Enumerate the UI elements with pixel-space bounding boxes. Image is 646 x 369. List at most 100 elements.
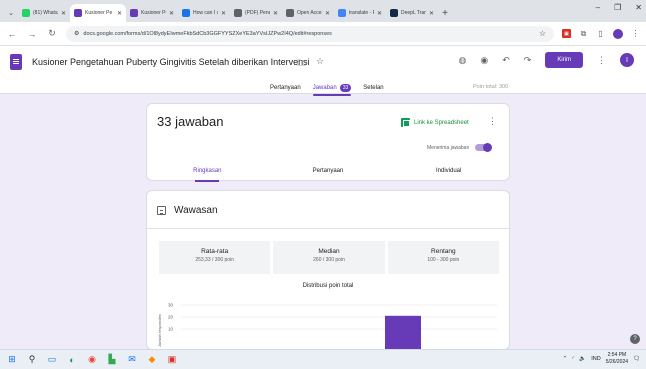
tab-close-icon[interactable]: ✕ <box>221 10 226 17</box>
profile-avatar[interactable] <box>613 28 623 39</box>
tab-close-icon[interactable]: ✕ <box>325 10 330 17</box>
tab-close-icon[interactable]: ✕ <box>169 10 174 17</box>
bookmark-star-icon[interactable]: ☆ <box>539 29 546 38</box>
store-icon[interactable]: ▙ <box>106 354 118 366</box>
app-red-icon[interactable]: ▣ <box>166 354 178 366</box>
form-title[interactable]: Kusioner Pengetahuan Puberty Gingivitis … <box>32 57 310 67</box>
tab-settings-label: Setelan <box>363 85 384 91</box>
browser-tab-label: Open Acces <box>297 10 322 16</box>
new-tab-button[interactable]: + <box>438 4 452 22</box>
tab-favicon-icon <box>130 9 138 17</box>
language-indicator[interactable]: IND <box>591 356 600 362</box>
forward-icon[interactable]: → <box>26 29 38 39</box>
accepting-responses-label: Menerima jawaban <box>427 144 470 151</box>
insights-icon <box>157 206 166 215</box>
chart-y-axis-label: Jumlah responden <box>157 314 162 347</box>
url-input[interactable]: ⚙ docs.google.com/forms/d/1Ol8ydyEIwmeFk… <box>66 25 554 42</box>
insights-heading: Wawasan <box>157 205 218 216</box>
chart-y-tick-label: 20 <box>168 315 174 320</box>
insights-card: Wawasan Rata-rata 253,33 / 300 poin Medi… <box>146 190 510 351</box>
taskbar-search-icon[interactable]: ⚲ <box>26 354 38 366</box>
help-icon[interactable]: ? <box>630 334 640 344</box>
side-panel-icon[interactable]: ▯ <box>596 29 605 38</box>
system-tray: ⌃ ◜ 🔈 IND 2:54 PM 5/26/2024 🗨 <box>563 352 640 366</box>
task-view-icon[interactable]: ▭ <box>46 354 58 366</box>
minimize-icon[interactable]: – <box>596 3 600 12</box>
clock-date: 5/26/2024 <box>605 359 629 365</box>
forms-logo-icon[interactable] <box>10 54 22 70</box>
tab-responses[interactable]: Jawaban 33 <box>312 82 352 96</box>
responses-more-icon[interactable]: ⋮ <box>488 116 497 127</box>
palette-icon[interactable]: ◍ <box>459 55 467 66</box>
reload-icon[interactable]: ↻ <box>46 28 58 39</box>
subtab-individual[interactable]: Individual <box>388 166 509 182</box>
tab-close-icon[interactable]: ✕ <box>429 10 434 17</box>
undo-icon[interactable]: ↶ <box>502 55 510 66</box>
header-tools: ◍ ◉ ↶ ↷ Kirim ⋮ I <box>459 52 634 68</box>
tab-close-icon[interactable]: ✕ <box>117 10 122 17</box>
maximize-icon[interactable]: ❐ <box>614 3 621 12</box>
extension-pdf-icon[interactable]: ▣ <box>562 29 571 38</box>
accepting-responses: Menerima jawaban <box>427 143 493 152</box>
clock[interactable]: 2:54 PM 5/26/2024 <box>606 352 628 366</box>
edge-icon[interactable]: ◐ <box>66 354 78 366</box>
stat-average: Rata-rata 253,33 / 300 poin <box>159 241 271 274</box>
tab-settings[interactable]: Setelan <box>363 82 383 94</box>
chrome-icon[interactable]: ◉ <box>86 354 98 366</box>
back-icon[interactable]: ← <box>6 29 18 39</box>
browser-tab[interactable]: Open Acces ✕ <box>282 4 334 22</box>
browser-menu-icon[interactable]: ⋮ <box>631 29 640 38</box>
form-main-tabs: Pertanyaan Jawaban 33 Setelan <box>270 82 384 96</box>
close-window-icon[interactable]: ✕ <box>635 3 642 12</box>
more-options-icon[interactable]: ⋮ <box>597 55 606 66</box>
volume-icon[interactable]: 🔈 <box>579 356 586 362</box>
mail-icon[interactable]: ✉ <box>126 354 138 366</box>
tab-search-icon[interactable]: ⌄ <box>4 4 18 22</box>
notifications-icon[interactable]: 🗨 <box>633 356 640 362</box>
browser-tab-strip: ⌄ (81) WhatsA✕Kusioner Pe✕Kusioner Pe✕Ho… <box>0 0 646 22</box>
windows-start-icon[interactable]: ⊞ <box>6 354 18 366</box>
subtab-summary[interactable]: Ringkasan <box>147 166 268 182</box>
browser-tab-label: Kusioner Pe <box>85 10 113 16</box>
chart-bar[interactable] <box>385 315 421 351</box>
preview-eye-icon[interactable]: ◉ <box>480 55 488 66</box>
chart-y-tick-label: 30 <box>168 303 174 308</box>
app-orange-icon[interactable]: ◆ <box>146 354 158 366</box>
site-info-icon[interactable]: ⚙ <box>74 30 79 37</box>
tab-favicon-icon <box>22 9 30 17</box>
avatar[interactable]: I <box>620 53 634 67</box>
tray-chevron-icon[interactable]: ⌃ <box>563 356 568 362</box>
link-to-sheets-button[interactable]: Link ke Spreadsheet <box>401 118 469 127</box>
points-distribution-chart: 10 20 30 Jumlah responden <box>157 303 497 351</box>
browser-tab[interactable]: (PDF) Penelit✕ <box>230 4 282 22</box>
tab-favicon-icon <box>390 9 398 17</box>
browser-tab[interactable]: translate - P ✕ <box>334 4 386 22</box>
folder-icon[interactable]: 🗀 <box>297 56 306 72</box>
star-icon[interactable]: ☆ <box>316 56 324 72</box>
browser-tab[interactable]: Kusioner Pe ✕ <box>126 4 178 22</box>
subtab-questions[interactable]: Pertanyaan <box>268 166 389 182</box>
network-icon[interactable]: ◜ <box>572 356 574 362</box>
stat-range: Rentang 100 - 300 poin <box>387 241 499 274</box>
title-actions: 🗀 ☆ <box>297 56 324 72</box>
tab-close-icon[interactable]: ✕ <box>273 10 278 17</box>
responses-count-badge: 33 <box>339 84 352 92</box>
browser-tab[interactable]: DeepL Trans✕ <box>386 4 438 22</box>
insights-title: Wawasan <box>174 205 218 216</box>
tab-close-icon[interactable]: ✕ <box>61 10 66 17</box>
tab-favicon-icon <box>234 9 242 17</box>
browser-tab[interactable]: Kusioner Pe ✕ <box>70 4 126 22</box>
stat-range-label: Rentang <box>431 248 456 255</box>
browser-tab[interactable]: (81) WhatsA✕ <box>18 4 70 22</box>
tab-close-icon[interactable]: ✕ <box>377 10 382 17</box>
browser-tab[interactable]: How can I u ✕ <box>178 4 230 22</box>
tab-questions[interactable]: Pertanyaan <box>270 82 301 94</box>
accepting-responses-toggle[interactable] <box>475 143 493 152</box>
stat-median: Median 260 / 300 poin <box>273 241 385 274</box>
extensions-icon[interactable]: ⧉ <box>579 29 588 38</box>
send-button[interactable]: Kirim <box>545 52 583 68</box>
window-controls: – ❐ ✕ <box>596 3 642 12</box>
sheets-icon <box>401 118 410 127</box>
stats-row: Rata-rata 253,33 / 300 poin Median 260 /… <box>159 241 499 274</box>
redo-icon[interactable]: ↷ <box>524 55 532 66</box>
